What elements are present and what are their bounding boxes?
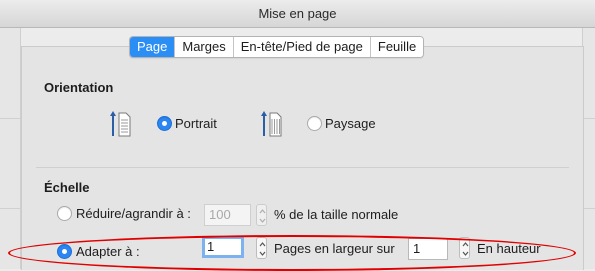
section-divider	[36, 167, 569, 168]
scale-percent-stepper[interactable]	[256, 204, 267, 226]
background-line	[0, 208, 20, 209]
tab-header-footer[interactable]: En-tête/Pied de page	[232, 37, 370, 57]
background-line	[583, 118, 595, 119]
fit-height-input[interactable]: 1	[408, 238, 448, 260]
portrait-orientation-icon	[110, 111, 131, 137]
background-line	[583, 208, 595, 209]
fit-to-radio[interactable]	[57, 244, 72, 259]
window-title: Mise en page	[0, 0, 595, 28]
portrait-label: Portrait	[175, 116, 217, 131]
tab-page[interactable]: Page	[130, 37, 175, 57]
background-window-left-edge	[0, 28, 21, 269]
background-line	[0, 118, 20, 119]
fit-height-stepper[interactable]	[459, 237, 470, 259]
fit-to-label: Adapter à :	[76, 244, 140, 259]
reduce-enlarge-radio[interactable]	[57, 206, 72, 221]
tab-sheet[interactable]: Feuille	[369, 37, 424, 57]
scale-percent-suffix: % de la taille normale	[274, 207, 399, 222]
fit-width-stepper[interactable]	[256, 237, 267, 259]
portrait-radio[interactable]	[157, 116, 172, 131]
landscape-orientation-icon	[261, 111, 282, 137]
landscape-radio[interactable]	[307, 116, 322, 131]
tab-margins[interactable]: Marges	[174, 37, 233, 57]
landscape-label: Paysage	[325, 116, 376, 131]
fit-width-input[interactable]: 1	[202, 236, 244, 258]
fit-height-suffix: En hauteur	[477, 241, 541, 256]
orientation-heading: Orientation	[44, 80, 114, 95]
scale-percent-input[interactable]: 100	[204, 204, 251, 226]
fit-width-suffix: Pages en largeur sur	[274, 241, 395, 256]
scale-heading: Échelle	[44, 180, 90, 195]
reduce-enlarge-label: Réduire/agrandir à :	[76, 206, 191, 221]
tab-bar: Page Marges En-tête/Pied de page Feuille	[129, 36, 425, 58]
